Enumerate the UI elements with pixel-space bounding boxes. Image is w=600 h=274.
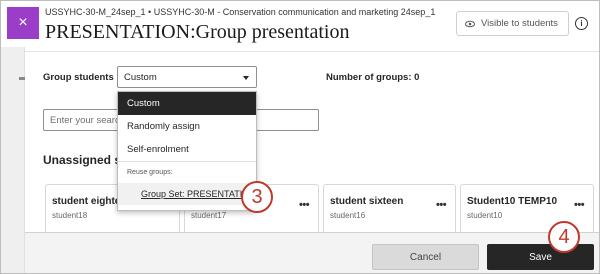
group-set-label: Group Set: PRESENTATI [141,189,243,199]
background-page-strip [1,47,25,273]
save-button[interactable]: Save [487,244,594,270]
student-name: student sixteen [330,196,404,207]
groups-panel: × USSYHC-30-M_24sep_1 • USSYHC-30-M - Co… [0,0,600,274]
dropdown-option-self-enrolment[interactable]: Self-enrolment [118,138,256,161]
dropdown-option-custom[interactable]: Custom [118,92,256,115]
student-username: student10 [467,211,503,220]
cancel-button[interactable]: Cancel [372,244,479,270]
dropdown-option-group-set[interactable]: Group Set: PRESENTATI [118,183,256,205]
page-title: PRESENTATION:Group presentation [45,21,350,43]
student-username: student16 [330,211,366,220]
more-options-icon[interactable]: ••• [436,199,447,211]
step-4-annotation: 4 [548,221,580,253]
more-options-icon[interactable]: ••• [299,199,310,211]
breadcrumb: USSYHC-30-M_24sep_1 • USSYHC-30-M - Cons… [45,7,436,17]
number-of-groups-label: Number of groups: 0 [326,72,420,83]
more-options-icon[interactable]: ••• [574,199,585,211]
student-username: student17 [191,211,227,220]
visibility-label: Visible to students [481,18,558,29]
background-tab-marker [19,77,25,80]
dropdown-option-randomly-assign[interactable]: Randomly assign [118,115,256,138]
student-username: student18 [52,211,88,220]
close-icon: × [18,14,28,31]
student-name: Student10 TEMP10 [467,196,558,207]
step-3-annotation: 3 [241,181,273,213]
info-icon[interactable]: i [575,17,588,30]
header-divider [25,51,599,52]
chevron-down-icon [243,76,249,80]
visibility-toggle-button[interactable]: Visible to students [456,11,569,36]
eye-icon [465,20,475,27]
group-students-dropdown: Custom Randomly assign Self-enrolment Re… [117,91,257,211]
group-students-select[interactable]: Custom [117,66,257,88]
group-students-label: Group students [43,72,114,83]
reuse-groups-label: Reuse groups: [127,169,173,176]
dropdown-divider [118,161,256,162]
group-students-value: Custom [124,72,157,83]
close-panel-button[interactable]: × [7,7,39,39]
